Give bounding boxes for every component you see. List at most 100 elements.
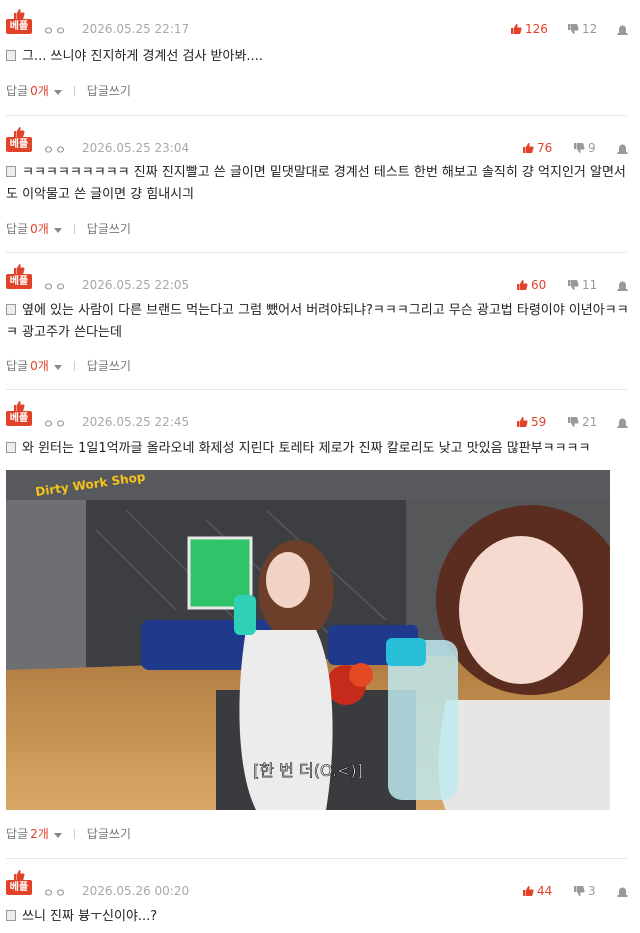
best-badge-label: 베플 — [6, 137, 32, 152]
dislike-button[interactable]: 21 — [567, 415, 597, 429]
like-button[interactable]: 59 — [516, 415, 546, 429]
thumbs-up-icon — [510, 23, 522, 35]
reply-write-link[interactable]: 답글쓰기 — [87, 220, 131, 237]
thumbs-down-icon — [567, 416, 579, 428]
reply-label: 답글 — [6, 359, 29, 373]
reply-count: 0개 — [30, 222, 49, 236]
dislike-button[interactable]: 9 — [573, 141, 596, 155]
comment-body: ㅋㅋㅋㅋㅋㅋㅋㅋㅋ 진짜 진지빨고 쓴 글이면 밑댓말대로 경계선 테스트 한번… — [6, 165, 626, 202]
thumbs-down-icon — [567, 23, 579, 35]
best-badge: 베플 — [6, 8, 32, 36]
like-count: 126 — [525, 22, 548, 36]
comment-body: 와 윈터는 1일1억까글 올라오네 화제성 지린다 토레타 제로가 진짜 칼로리… — [22, 441, 591, 456]
thumbs-up-icon — [522, 142, 534, 154]
like-button[interactable]: 76 — [522, 141, 552, 155]
reply-count: 2개 — [30, 827, 49, 841]
comment-body: 옆에 있는 사람이 다른 브랜드 먹는다고 그럼 뺐어서 버려야되냐?ㅋㅋㅋ그리… — [6, 303, 629, 340]
best-badge: 베플 — [6, 400, 32, 428]
comment-image[interactable]: Dirty Work Shop [한 번 더(O.<)] — [6, 470, 610, 810]
document-icon — [6, 50, 16, 61]
like-count: 59 — [531, 415, 547, 429]
dislike-button[interactable]: 12 — [567, 22, 597, 36]
dislike-count: 9 — [588, 141, 596, 155]
comment-author[interactable]: ㅇㅇ — [43, 415, 67, 432]
comment-author[interactable]: ㅇㅇ — [43, 884, 67, 901]
chevron-down-icon — [53, 228, 62, 233]
comment-text: 그... 쓰니야 진지하게 경계선 검사 받아봐.... — [6, 46, 632, 68]
siren-icon[interactable] — [617, 279, 628, 291]
chevron-down-icon — [53, 833, 62, 838]
dislike-button[interactable]: 3 — [573, 884, 596, 898]
thumbs-up-icon — [522, 885, 534, 897]
reply-label: 답글 — [6, 84, 29, 98]
divider — [6, 389, 627, 390]
chevron-down-icon — [53, 365, 62, 370]
comment-footer: 답글 0개 답글쓰기 — [6, 220, 131, 237]
comment-text: 와 윈터는 1일1억까글 올라오네 화제성 지린다 토레타 제로가 진짜 칼로리… — [6, 438, 632, 460]
comment-date: 2026.05.26 00:20 — [82, 884, 190, 898]
reply-toggle[interactable]: 답글 0개 — [6, 82, 62, 99]
like-button[interactable]: 126 — [510, 22, 548, 36]
document-icon — [6, 442, 16, 453]
comment-author[interactable]: ㅇㅇ — [43, 22, 67, 39]
comment-text: 옆에 있는 사람이 다른 브랜드 먹는다고 그럼 뺐어서 버려야되냐?ㅋㅋㅋ그리… — [6, 300, 632, 344]
dislike-count: 3 — [588, 884, 596, 898]
like-button[interactable]: 44 — [522, 884, 552, 898]
document-icon — [6, 910, 16, 921]
reply-label: 답글 — [6, 222, 29, 236]
divider — [73, 360, 75, 371]
subtitle-text: [한 번 더(O.<)] — [253, 761, 363, 780]
divider — [6, 858, 627, 859]
document-icon — [6, 166, 16, 177]
reply-toggle[interactable]: 답글 0개 — [6, 357, 62, 374]
best-badge: 베플 — [6, 263, 32, 291]
divider — [73, 85, 75, 96]
divider — [73, 828, 75, 839]
document-icon — [6, 304, 16, 315]
reply-write-link[interactable]: 답글쓰기 — [87, 825, 131, 842]
divider — [6, 115, 627, 116]
dislike-count: 12 — [582, 22, 598, 36]
comment-date: 2026.05.25 22:17 — [82, 22, 190, 36]
chevron-down-icon — [53, 90, 62, 95]
reply-write-link[interactable]: 답글쓰기 — [87, 82, 131, 99]
comment-date: 2026.05.25 23:04 — [82, 141, 190, 155]
thumbs-down-icon — [573, 142, 585, 154]
siren-icon[interactable] — [617, 416, 628, 428]
comment-body: 쓰니 진짜 븅ㅜ신이야...? — [22, 909, 158, 924]
reply-toggle[interactable]: 답글 2개 — [6, 825, 62, 842]
best-badge-label: 베플 — [6, 880, 32, 895]
comment-text: ㅋㅋㅋㅋㅋㅋㅋㅋㅋ 진짜 진지빨고 쓴 글이면 밑댓말대로 경계선 테스트 한번… — [6, 162, 632, 206]
comment-footer: 답글 2개 답글쓰기 — [6, 825, 131, 842]
reply-count: 0개 — [30, 359, 49, 373]
best-badge-label: 베플 — [6, 274, 32, 289]
comment-body: 그... 쓰니야 진지하게 경계선 검사 받아봐.... — [22, 49, 263, 64]
siren-icon[interactable] — [617, 885, 628, 897]
best-badge-label: 베플 — [6, 19, 32, 34]
dislike-count: 21 — [582, 415, 598, 429]
best-badge: 베플 — [6, 126, 32, 154]
reply-write-link[interactable]: 답글쓰기 — [87, 357, 131, 374]
like-count: 60 — [531, 278, 547, 292]
reply-toggle[interactable]: 답글 0개 — [6, 220, 62, 237]
thumbs-down-icon — [567, 279, 579, 291]
comment-footer: 답글 0개 답글쓰기 — [6, 357, 131, 374]
comment-date: 2026.05.25 22:45 — [82, 415, 190, 429]
siren-icon[interactable] — [617, 142, 628, 154]
thumbs-up-icon — [516, 279, 528, 291]
like-count: 76 — [537, 141, 553, 155]
comment-footer: 답글 0개 답글쓰기 — [6, 82, 131, 99]
comment-author[interactable]: ㅇㅇ — [43, 278, 67, 295]
dislike-button[interactable]: 11 — [567, 278, 597, 292]
reply-count: 0개 — [30, 84, 49, 98]
comment-date: 2026.05.25 22:05 — [82, 278, 190, 292]
thumbs-up-icon — [516, 416, 528, 428]
comment-author[interactable]: ㅇㅇ — [43, 141, 67, 158]
siren-icon[interactable] — [617, 23, 628, 35]
like-button[interactable]: 60 — [516, 278, 546, 292]
best-badge-label: 베플 — [6, 411, 32, 426]
comment-photo: Dirty Work Shop [한 번 더(O.<)] — [6, 470, 610, 810]
comment-text: 쓰니 진짜 븅ㅜ신이야...? — [6, 906, 632, 928]
divider — [6, 252, 627, 253]
like-count: 44 — [537, 884, 553, 898]
